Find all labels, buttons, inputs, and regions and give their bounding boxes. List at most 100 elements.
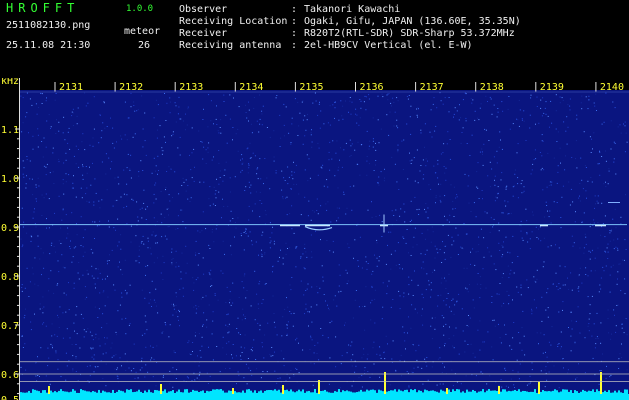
- noise-speck: [569, 105, 571, 107]
- noise-speck: [445, 167, 447, 169]
- noise-speck: [286, 335, 288, 336]
- noise-speck: [350, 145, 352, 147]
- noise-speck: [153, 358, 155, 360]
- noise-speck: [89, 166, 90, 168]
- noise-speck: [247, 172, 249, 174]
- noise-speck: [532, 214, 534, 216]
- noise-speck: [395, 370, 397, 372]
- noise-speck: [195, 279, 197, 281]
- noise-speck: [145, 265, 147, 267]
- noise-speck: [574, 221, 576, 223]
- level-bar: [324, 389, 326, 394]
- noise-speck: [265, 283, 267, 284]
- level-bar: [272, 390, 274, 394]
- noise-speck: [453, 335, 455, 337]
- noise-speck: [48, 227, 50, 229]
- level-bar: [330, 392, 332, 394]
- noise-speck: [482, 341, 484, 343]
- noise-speck: [501, 386, 503, 388]
- noise-speck: [66, 237, 68, 239]
- level-bar: [458, 389, 460, 394]
- noise-speck: [83, 329, 85, 331]
- noise-speck: [375, 216, 377, 217]
- level-bar: [254, 390, 256, 394]
- noise-speck: [449, 139, 451, 140]
- noise-speck: [25, 183, 27, 185]
- noise-speck: [605, 181, 606, 183]
- noise-speck: [449, 326, 450, 328]
- level-bar: [350, 391, 352, 394]
- noise-speck: [609, 291, 611, 293]
- level-bar: [274, 389, 276, 394]
- noise-speck: [361, 386, 363, 388]
- noise-speck: [266, 177, 268, 179]
- noise-speck: [427, 160, 428, 162]
- level-bar: [132, 392, 134, 394]
- noise-speck: [579, 195, 580, 197]
- noise-speck: [178, 193, 180, 195]
- noise-speck: [388, 134, 390, 136]
- noise-speck: [307, 311, 309, 313]
- noise-speck: [264, 334, 266, 336]
- noise-speck: [477, 273, 479, 274]
- noise-speck: [257, 303, 259, 305]
- noise-speck: [497, 111, 499, 113]
- noise-speck: [448, 97, 450, 98]
- noise-speck: [250, 184, 252, 186]
- noise-speck: [584, 233, 586, 235]
- level-bar: [190, 391, 192, 394]
- noise-speck: [355, 365, 357, 367]
- noise-speck: [301, 101, 303, 103]
- noise-speck: [291, 123, 293, 125]
- noise-speck: [379, 214, 381, 216]
- noise-speck: [518, 125, 520, 127]
- noise-speck: [528, 383, 530, 385]
- noise-speck: [197, 264, 199, 266]
- noise-speck: [615, 173, 617, 175]
- noise-speck: [181, 185, 183, 186]
- noise-speck: [240, 235, 242, 237]
- time-tick-label: 2133: [179, 82, 203, 93]
- noise-speck: [243, 377, 245, 379]
- noise-speck: [248, 101, 249, 103]
- noise-speck: [523, 190, 525, 192]
- level-bar: [370, 389, 372, 394]
- noise-speck: [240, 346, 242, 348]
- noise-speck: [588, 330, 590, 332]
- level-bar: [312, 392, 314, 394]
- noise-speck: [601, 202, 603, 204]
- noise-speck: [70, 240, 71, 242]
- noise-speck: [562, 358, 564, 360]
- noise-speck: [331, 158, 333, 160]
- noise-speck: [281, 170, 283, 172]
- noise-speck: [543, 216, 545, 218]
- noise-speck: [259, 280, 261, 282]
- noise-speck: [261, 256, 263, 258]
- noise-speck: [119, 304, 121, 306]
- noise-speck: [385, 335, 387, 337]
- level-bar: [82, 390, 84, 394]
- noise-speck: [241, 163, 243, 165]
- noise-speck: [357, 260, 359, 262]
- noise-speck: [249, 231, 251, 233]
- level-bar: [158, 390, 160, 394]
- noise-speck: [531, 169, 533, 171]
- level-bar: [278, 389, 280, 394]
- noise-speck: [261, 302, 263, 304]
- noise-speck: [605, 265, 607, 267]
- level-bar: [366, 389, 368, 394]
- noise-speck: [286, 196, 288, 198]
- noise-speck: [397, 127, 399, 129]
- noise-speck: [85, 166, 87, 167]
- noise-speck: [251, 132, 253, 134]
- level-bar: [542, 390, 544, 394]
- noise-speck: [172, 197, 173, 198]
- noise-speck: [521, 237, 523, 239]
- noise-speck: [298, 342, 299, 344]
- noise-speck: [448, 273, 450, 275]
- noise-speck: [161, 147, 163, 149]
- noise-speck: [378, 260, 380, 262]
- noise-speck: [91, 356, 93, 358]
- noise-speck: [83, 336, 85, 338]
- noise-speck: [623, 332, 625, 334]
